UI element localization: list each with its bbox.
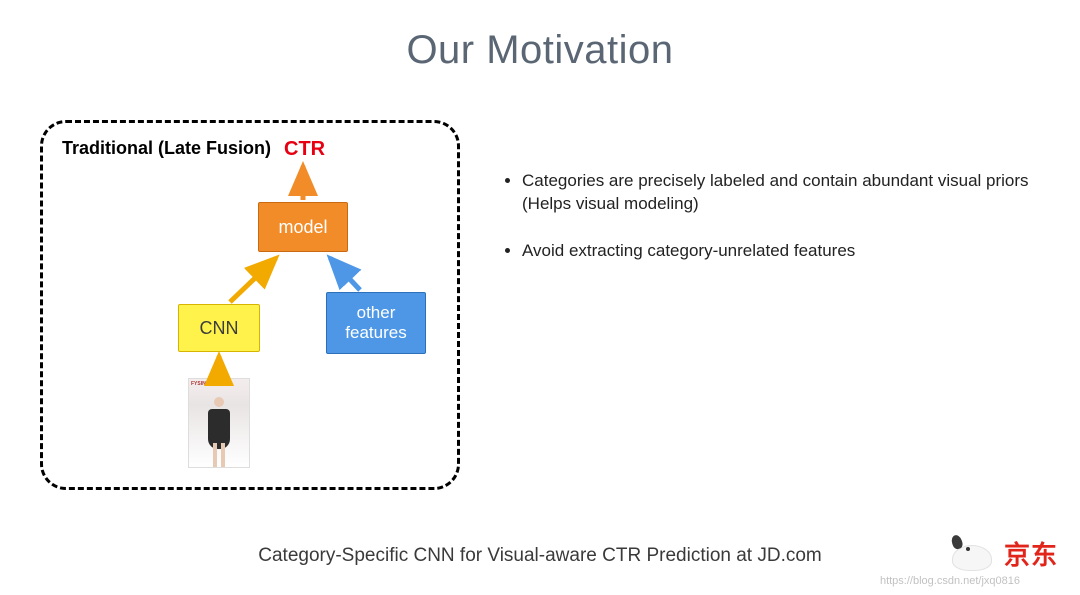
jd-dog-icon [950,533,998,573]
product-person-icon [205,395,233,467]
other-features-box: other features [326,292,426,354]
product-image: FYSING [188,378,250,468]
jd-logo: 京东 [950,533,1058,573]
product-brand-label: FYSING [191,381,210,387]
bullet-list: Categories are precisely labeled and con… [500,170,1040,263]
footer-caption: Category-Specific CNN for Visual-aware C… [0,545,1080,567]
cnn-box-label: CNN [200,318,239,339]
bullet-column: Categories are precisely labeled and con… [470,110,1040,515]
watermark-text: https://blog.csdn.net/jxq0816 [880,575,1020,587]
slide: Our Motivation Traditional (Late Fusion)… [0,0,1080,595]
diagram-column: Traditional (Late Fusion) CTR model CNN … [40,110,470,515]
model-box: model [258,202,348,252]
model-box-label: model [278,217,327,238]
bullet-item: Avoid extracting category-unrelated feat… [522,240,1040,263]
cnn-box: CNN [178,304,260,352]
diagram-box-label: Traditional (Late Fusion) [62,138,271,159]
other-box-label: other features [345,303,406,344]
ctr-label: CTR [284,138,325,161]
slide-title: Our Motivation [0,0,1080,73]
bullet-item: Categories are precisely labeled and con… [522,170,1040,216]
jd-logo-text: 京东 [1004,535,1058,572]
body-area: Traditional (Late Fusion) CTR model CNN … [40,110,1040,515]
